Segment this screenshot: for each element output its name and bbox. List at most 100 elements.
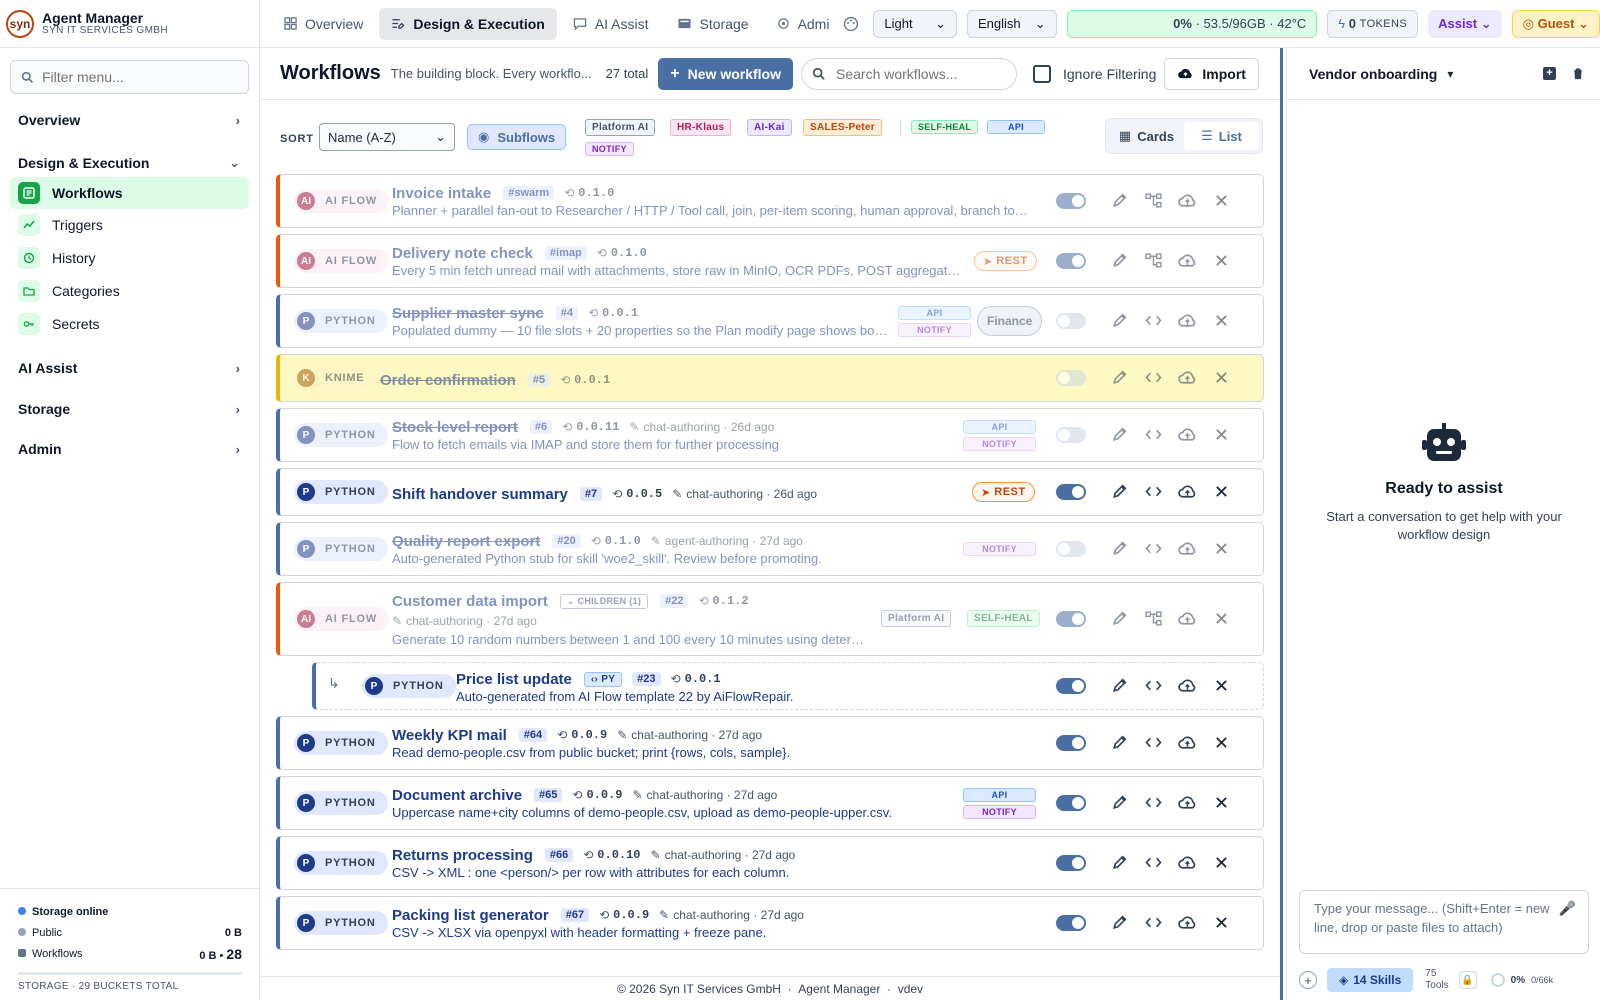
workflow-enable-toggle[interactable] — [1056, 915, 1086, 931]
lock-icon[interactable]: 🔒 — [1458, 971, 1477, 989]
skills-button[interactable]: ◈ 14 Skills — [1327, 968, 1414, 992]
filter-tag-hr-klaus[interactable]: HR-Klaus — [670, 119, 732, 136]
filter-tag-self-heal[interactable]: SELF-HEAL — [911, 120, 979, 134]
close-icon[interactable] — [1204, 194, 1238, 207]
tools-count[interactable]: 75 Tools — [1425, 968, 1448, 992]
cloud-deploy-icon[interactable] — [1170, 253, 1204, 268]
workflow-tag[interactable]: NOTIFY — [963, 437, 1036, 451]
workflow-enable-toggle[interactable] — [1056, 855, 1086, 871]
workflow-enable-toggle[interactable] — [1056, 193, 1086, 209]
filter-tag-platform-ai[interactable]: Platform AI — [585, 119, 656, 136]
workflow-row[interactable]: AI AI FLOW Delivery note check #imap ⟲ 0.1.0 E… — [276, 234, 1264, 288]
workflow-enable-toggle[interactable] — [1056, 735, 1086, 751]
edit-icon[interactable] — [1102, 854, 1136, 871]
edit-icon[interactable] — [1102, 252, 1136, 269]
close-icon[interactable] — [1204, 736, 1238, 749]
bucket-public[interactable]: Public — [18, 927, 62, 939]
tab-overview[interactable]: Overview — [272, 8, 375, 40]
code-icon[interactable] — [1136, 540, 1170, 557]
sidebar-item-secrets[interactable]: Secrets — [10, 308, 249, 340]
workflow-tag[interactable]: NOTIFY — [963, 805, 1036, 819]
code-icon[interactable] — [1136, 854, 1170, 871]
trash-icon[interactable] — [1572, 67, 1584, 80]
workflow-title[interactable]: Price list update — [456, 671, 572, 688]
workflow-enable-toggle[interactable] — [1056, 313, 1086, 329]
workflow-row[interactable]: P PYTHON Packing list generator #67 ⟲ 0.0.9 ✎ c… — [276, 896, 1264, 950]
close-icon[interactable] — [1204, 542, 1238, 555]
workflow-selector[interactable]: Vendor onboarding ▾ — [1309, 66, 1453, 82]
filter-tag-api[interactable]: API — [987, 120, 1045, 134]
user-menu[interactable]: ◎ Guest ⌄ — [1511, 9, 1600, 38]
search-workflows[interactable] — [801, 57, 1017, 90]
edit-icon[interactable] — [1102, 914, 1136, 931]
attach-icon[interactable]: + — [1299, 971, 1317, 989]
workflow-title[interactable]: Supplier master sync — [392, 305, 544, 322]
cloud-deploy-icon[interactable] — [1170, 427, 1204, 442]
tab-design-execution[interactable]: Design & Execution — [379, 7, 557, 40]
new-workflow-button[interactable]: + New workflow — [658, 57, 793, 90]
workflow-enable-toggle[interactable] — [1056, 611, 1086, 627]
workflow-title[interactable]: Quality report export — [392, 533, 540, 550]
code-icon[interactable] — [1136, 369, 1170, 386]
cloud-deploy-icon[interactable] — [1170, 915, 1204, 930]
workflow-enable-toggle[interactable] — [1056, 484, 1086, 500]
workflow-row[interactable]: P PYTHON Weekly KPI mail #64 ⟲ 0.0.9 ✎ chat-aut… — [276, 716, 1264, 770]
edit-icon[interactable] — [1102, 734, 1136, 751]
workflow-title[interactable]: Returns processing — [392, 847, 533, 864]
edit-icon[interactable] — [1102, 369, 1136, 386]
workflow-tag[interactable]: NOTIFY — [963, 542, 1036, 556]
edit-icon[interactable] — [1102, 483, 1136, 500]
cloud-deploy-icon[interactable] — [1170, 193, 1204, 208]
filter-tag-notify[interactable]: NOTIFY — [585, 142, 634, 156]
workflow-title[interactable]: Customer data import — [392, 593, 548, 610]
tab-storage[interactable]: Storage — [665, 8, 761, 40]
workflow-enable-toggle[interactable] — [1056, 370, 1086, 386]
workflow-enable-toggle[interactable] — [1056, 427, 1086, 443]
tokens-counter[interactable]: ϟ 0 TOKENS — [1327, 9, 1419, 38]
workflow-enable-toggle[interactable] — [1056, 253, 1086, 269]
workflow-tag[interactable]: API — [898, 306, 971, 320]
close-icon[interactable] — [1204, 371, 1238, 384]
edit-icon[interactable] — [1102, 677, 1136, 694]
tab-admin[interactable]: Admi — [765, 8, 834, 40]
ignore-filtering-checkbox[interactable] — [1033, 64, 1051, 83]
message-input[interactable]: Type your message... (Shift+Enter = new … — [1299, 890, 1589, 954]
workflow-tag[interactable]: API — [963, 420, 1036, 434]
workflow-row[interactable]: AI AI FLOW Customer data import ⌄ CHILDREN … — [276, 582, 1264, 656]
new-chat-icon[interactable]: + — [1543, 67, 1556, 80]
close-icon[interactable] — [1204, 314, 1238, 327]
workflow-title[interactable]: Shift handover summary — [392, 486, 568, 503]
section-design[interactable]: Design & Execution ⌄ — [0, 151, 260, 175]
workflow-title[interactable]: Weekly KPI mail — [392, 727, 507, 744]
edit-icon[interactable] — [1102, 794, 1136, 811]
workflow-title[interactable]: Packing list generator — [392, 907, 549, 924]
cloud-deploy-icon[interactable] — [1170, 735, 1204, 750]
close-icon[interactable] — [1204, 428, 1238, 441]
workflow-title[interactable]: Invoice intake — [392, 185, 491, 202]
language-select[interactable]: English ⌄ — [967, 9, 1057, 38]
code-icon[interactable] — [1136, 677, 1170, 694]
code-icon[interactable] — [1136, 794, 1170, 811]
section-admin[interactable]: Admin › — [0, 437, 260, 461]
workflow-row[interactable]: P PYTHON Supplier master sync #4 ⟲ 0.0.1 Popul… — [276, 294, 1264, 348]
code-icon[interactable] — [1136, 914, 1170, 931]
search-input[interactable] — [836, 65, 1006, 82]
filter-tag-ai-kai[interactable]: AI-Kai — [747, 119, 792, 136]
workflow-row[interactable]: K KNIME Order confirmation #5 ⟲ 0.0.1 — [276, 354, 1264, 402]
filter-tag-sales-peter[interactable]: SALES-Peter — [803, 119, 882, 136]
workflow-tag[interactable]: Platform AI — [881, 610, 952, 627]
filter-menu-input[interactable] — [42, 69, 232, 85]
sort-select[interactable]: Name (A-Z) ⌄ — [319, 123, 455, 151]
flow-diagram-icon[interactable] — [1136, 252, 1170, 269]
close-icon[interactable] — [1204, 856, 1238, 869]
edit-icon[interactable] — [1102, 312, 1136, 329]
cloud-deploy-icon[interactable] — [1170, 541, 1204, 556]
children-toggle[interactable]: ⌄ CHILDREN (1) — [559, 593, 649, 609]
sidebar-item-triggers[interactable]: Triggers — [10, 209, 249, 241]
workflow-tag[interactable]: SELF-HEAL — [967, 610, 1040, 627]
edit-icon[interactable] — [1102, 192, 1136, 209]
workflow-title[interactable]: Stock level report — [392, 419, 518, 436]
sidebar-item-categories[interactable]: Categories — [10, 275, 249, 307]
sidebar-item-workflows[interactable]: Workflows — [10, 177, 249, 209]
workflow-row[interactable]: AI AI FLOW Invoice intake #swarm ⟲ 0.1.0 Plann… — [276, 174, 1264, 228]
